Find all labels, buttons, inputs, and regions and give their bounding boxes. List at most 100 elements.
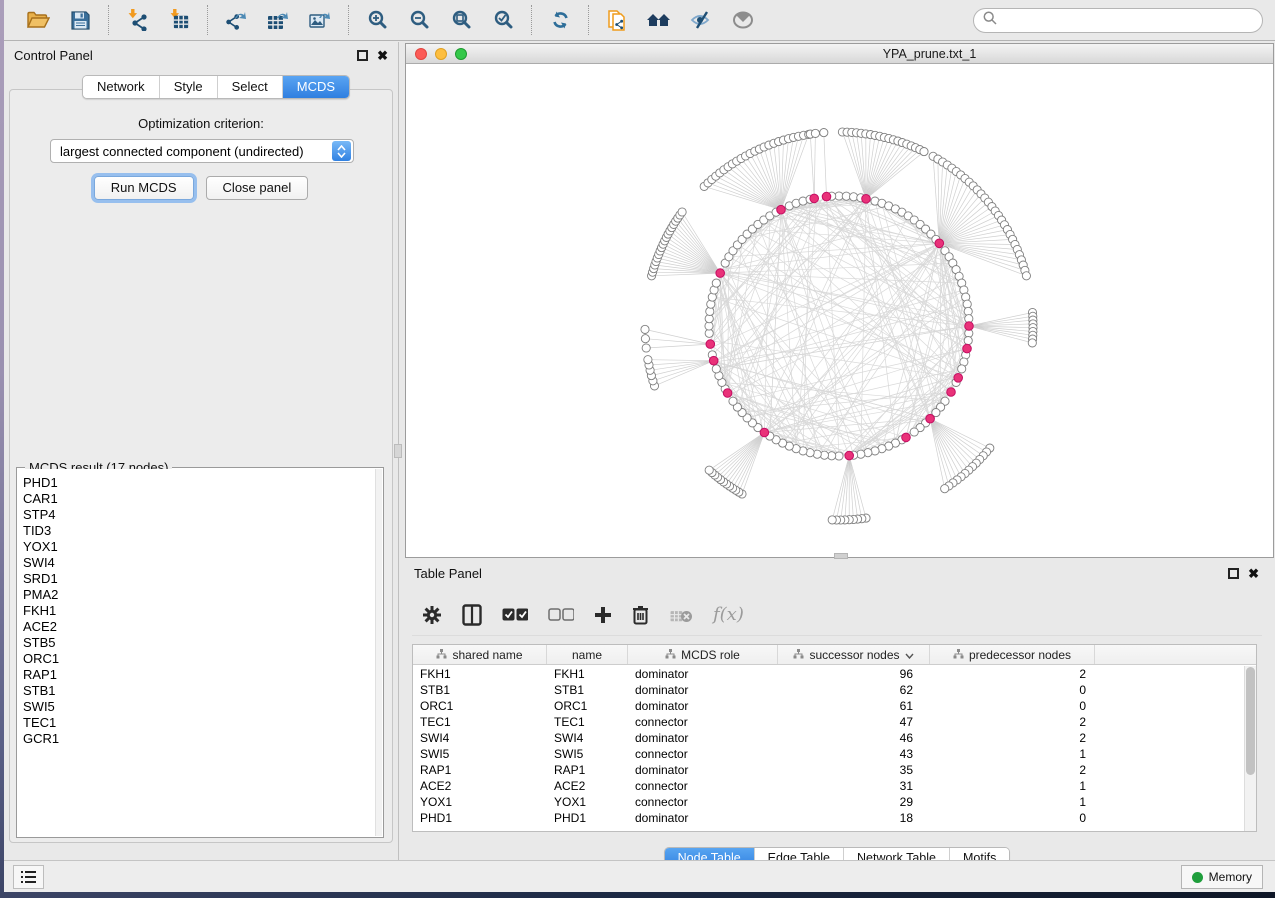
zoom-out-icon[interactable] bbox=[405, 6, 433, 34]
show-style-icon[interactable] bbox=[687, 6, 715, 34]
result-node-item[interactable]: STB1 bbox=[18, 683, 375, 699]
close-table-panel-icon[interactable]: ✖ bbox=[1248, 568, 1259, 579]
table-row[interactable]: RAP1RAP1dominator352 bbox=[413, 762, 1244, 778]
export-table-icon[interactable] bbox=[264, 6, 292, 34]
network-window-titlebar[interactable]: YPA_prune.txt_1 bbox=[406, 44, 1273, 64]
network-overview-icon[interactable] bbox=[645, 6, 673, 34]
result-node-item[interactable]: YOX1 bbox=[18, 539, 375, 555]
result-node-item[interactable]: CAR1 bbox=[18, 491, 375, 507]
table-row[interactable]: PHD1PHD1dominator180 bbox=[413, 810, 1244, 826]
result-node-item[interactable]: FKH1 bbox=[18, 603, 375, 619]
column-header-MCDS-role[interactable]: MCDS role bbox=[628, 645, 778, 664]
memory-button[interactable]: Memory bbox=[1181, 865, 1263, 889]
hide-graphics-icon[interactable] bbox=[729, 6, 757, 34]
optimization-criterion-label: Optimization criterion: bbox=[10, 116, 392, 131]
share-document-icon[interactable] bbox=[603, 6, 631, 34]
select-all-rows-icon[interactable] bbox=[502, 608, 528, 622]
cell-name: RAP1 bbox=[547, 762, 628, 778]
mcds-result-list[interactable]: PHD1CAR1STP4TID3YOX1SWI4SRD1PMA2FKH1ACE2… bbox=[18, 469, 375, 836]
result-node-item[interactable]: SWI5 bbox=[18, 699, 375, 715]
cell-mcds_role: connector bbox=[628, 714, 778, 730]
tab-network[interactable]: Network bbox=[83, 76, 160, 98]
result-node-item[interactable]: SRD1 bbox=[18, 571, 375, 587]
cell-predecessor_nodes: 2 bbox=[930, 714, 1095, 730]
float-table-panel-icon[interactable] bbox=[1228, 568, 1239, 579]
table-row[interactable]: ACE2ACE2connector311 bbox=[413, 778, 1244, 794]
table-row[interactable]: ORC1ORC1dominator610 bbox=[413, 698, 1244, 714]
open-session-icon[interactable] bbox=[24, 6, 52, 34]
network-canvas[interactable] bbox=[406, 65, 1273, 557]
close-panel-button[interactable]: Close panel bbox=[206, 176, 309, 200]
cell-shared_name: FKH1 bbox=[413, 666, 547, 682]
split-panel-icon[interactable] bbox=[462, 604, 482, 626]
export-network-icon[interactable] bbox=[222, 6, 250, 34]
import-network-icon[interactable] bbox=[123, 6, 151, 34]
result-node-item[interactable]: RAP1 bbox=[18, 667, 375, 683]
cell-predecessor_nodes: 2 bbox=[930, 666, 1095, 682]
table-row[interactable]: YOX1YOX1connector291 bbox=[413, 794, 1244, 810]
memory-button-label: Memory bbox=[1209, 870, 1252, 884]
cell-mcds_role: dominator bbox=[628, 698, 778, 714]
cell-predecessor_nodes: 0 bbox=[930, 810, 1095, 826]
result-node-item[interactable]: TEC1 bbox=[18, 715, 375, 731]
result-node-item[interactable]: PMA2 bbox=[18, 587, 375, 603]
table-row[interactable]: FKH1FKH1dominator962 bbox=[413, 666, 1244, 682]
panel-splitter-handle[interactable] bbox=[394, 444, 402, 458]
zoom-selected-icon[interactable] bbox=[489, 6, 517, 34]
memory-status-icon bbox=[1192, 872, 1203, 883]
cell-successor_nodes: 31 bbox=[778, 778, 930, 794]
deselect-all-rows-icon[interactable] bbox=[548, 608, 574, 622]
close-panel-icon[interactable]: ✖ bbox=[377, 50, 388, 61]
cell-name: FKH1 bbox=[547, 666, 628, 682]
criterion-select[interactable]: largest connected component (undirected) bbox=[50, 139, 354, 163]
result-scrollbar[interactable] bbox=[375, 469, 382, 836]
cell-shared_name: ORC1 bbox=[413, 698, 547, 714]
cell-name: ORC1 bbox=[547, 698, 628, 714]
result-node-item[interactable]: GCR1 bbox=[18, 731, 375, 747]
table-splitter-handle[interactable] bbox=[834, 553, 848, 559]
column-header-name[interactable]: name bbox=[547, 645, 628, 664]
result-node-item[interactable]: PHD1 bbox=[18, 475, 375, 491]
result-node-item[interactable]: TID3 bbox=[18, 523, 375, 539]
table-row[interactable]: SWI5SWI5connector431 bbox=[413, 746, 1244, 762]
import-table-icon[interactable] bbox=[165, 6, 193, 34]
table-row[interactable]: TEC1TEC1connector472 bbox=[413, 714, 1244, 730]
result-node-item[interactable]: ORC1 bbox=[18, 651, 375, 667]
application-window: Control Panel ✖ NetworkStyleSelectMCDS O… bbox=[4, 0, 1275, 892]
table-settings-icon[interactable] bbox=[422, 605, 442, 625]
table-scrollbar[interactable] bbox=[1244, 666, 1256, 831]
refresh-view-icon[interactable] bbox=[546, 6, 574, 34]
zoom-fit-icon[interactable] bbox=[447, 6, 475, 34]
result-node-item[interactable]: STP4 bbox=[18, 507, 375, 523]
cell-mcds_role: dominator bbox=[628, 730, 778, 746]
cell-mcds_role: dominator bbox=[628, 666, 778, 682]
column-header-predecessor-nodes[interactable]: predecessor nodes bbox=[930, 645, 1095, 664]
add-column-icon[interactable] bbox=[594, 606, 612, 624]
cell-mcds_role: dominator bbox=[628, 810, 778, 826]
task-history-button[interactable] bbox=[13, 865, 44, 889]
zoom-in-icon[interactable] bbox=[363, 6, 391, 34]
table-row[interactable]: SWI4SWI4dominator462 bbox=[413, 730, 1244, 746]
result-node-item[interactable]: STB5 bbox=[18, 635, 375, 651]
table-row[interactable]: STB1STB1dominator620 bbox=[413, 682, 1244, 698]
export-image-icon[interactable] bbox=[306, 6, 334, 34]
column-header-successor-nodes[interactable]: successor nodes bbox=[778, 645, 930, 664]
search-input[interactable] bbox=[1003, 13, 1253, 27]
tab-style[interactable]: Style bbox=[160, 76, 218, 98]
sort-indicator-icon bbox=[905, 648, 914, 662]
delete-table-icon bbox=[669, 607, 693, 623]
network-graph[interactable] bbox=[406, 65, 1273, 557]
cell-predecessor_nodes: 2 bbox=[930, 730, 1095, 746]
cell-predecessor_nodes: 0 bbox=[930, 698, 1095, 714]
tab-mcds[interactable]: MCDS bbox=[283, 76, 349, 98]
float-panel-icon[interactable] bbox=[357, 50, 368, 61]
result-node-item[interactable]: SWI4 bbox=[18, 555, 375, 571]
column-header-shared-name[interactable]: shared name bbox=[413, 645, 547, 664]
save-session-icon[interactable] bbox=[66, 6, 94, 34]
tab-select[interactable]: Select bbox=[218, 76, 283, 98]
run-mcds-button[interactable]: Run MCDS bbox=[94, 176, 194, 200]
result-node-item[interactable]: ACE2 bbox=[18, 619, 375, 635]
delete-column-icon[interactable] bbox=[632, 605, 649, 625]
search-box[interactable] bbox=[973, 8, 1263, 33]
cell-mcds_role: connector bbox=[628, 794, 778, 810]
